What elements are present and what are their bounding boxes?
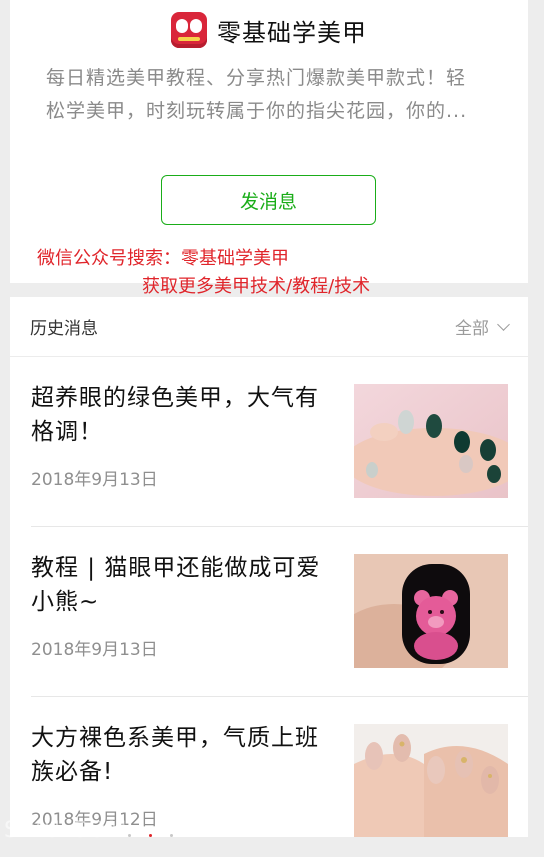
account-header: 零基础学美甲 — [10, 8, 528, 52]
promo-line-2: 获取更多美甲技术/教程/技术 — [142, 276, 371, 297]
account-logo — [171, 12, 207, 48]
send-message-button[interactable]: 发消息 — [161, 175, 376, 225]
article-thumbnail[interactable] — [354, 554, 508, 668]
history-title: 历史消息 — [30, 319, 98, 339]
article-item[interactable]: 教程 | 猫眼甲还能做成可爱小熊~ 2018年9月13日 — [10, 527, 528, 697]
watermark: SIYU·COM — [4, 818, 129, 843]
logo-right-face — [190, 19, 202, 33]
indicator-dot-active — [149, 834, 152, 837]
chevron-down-icon — [497, 317, 510, 331]
article-date: 2018年9月13日 — [31, 470, 158, 490]
article-thumbnail[interactable] — [354, 724, 508, 837]
indicator-dot — [170, 834, 173, 837]
article-date: 2018年9月13日 — [31, 640, 158, 660]
filter-dropdown[interactable]: 全部 — [455, 314, 510, 339]
account-description: 每日精选美甲教程、分享热门爆款美甲款式！轻 松学美甲，时刻玩转属于你的指尖花园，… — [46, 67, 468, 122]
article-title: 大方裸色系美甲，气质上班族必备! — [31, 725, 319, 785]
article-title: 超养眼的绿色美甲，大气有格调！ — [31, 385, 319, 445]
page-indicator — [128, 834, 173, 837]
history-messages-panel: 历史消息 全部 超养眼的绿色美甲，大气有格调！ 2018年9月13日 教程 | … — [10, 297, 528, 837]
article-item[interactable]: 超养眼的绿色美甲，大气有格调！ 2018年9月13日 — [10, 357, 528, 527]
account-card: 零基础学美甲 每日精选美甲教程、分享热门爆款美甲款式！轻 松学美甲，时刻玩转属于… — [10, 0, 528, 283]
article-title: 教程 | 猫眼甲还能做成可爱小熊~ — [31, 555, 321, 615]
article-item[interactable]: 大方裸色系美甲，气质上班族必备! 2018年9月12日 — [10, 697, 528, 837]
account-name: 零基础学美甲 — [217, 18, 367, 47]
indicator-dot — [128, 834, 131, 837]
filter-label: 全部 — [455, 319, 489, 339]
logo-left-face — [176, 19, 188, 33]
logo-bar — [178, 37, 200, 41]
promo-line-1: 微信公众号搜索：零基础学美甲 — [37, 248, 289, 269]
article-thumbnail[interactable] — [354, 384, 508, 498]
history-header: 历史消息 全部 — [10, 297, 528, 357]
